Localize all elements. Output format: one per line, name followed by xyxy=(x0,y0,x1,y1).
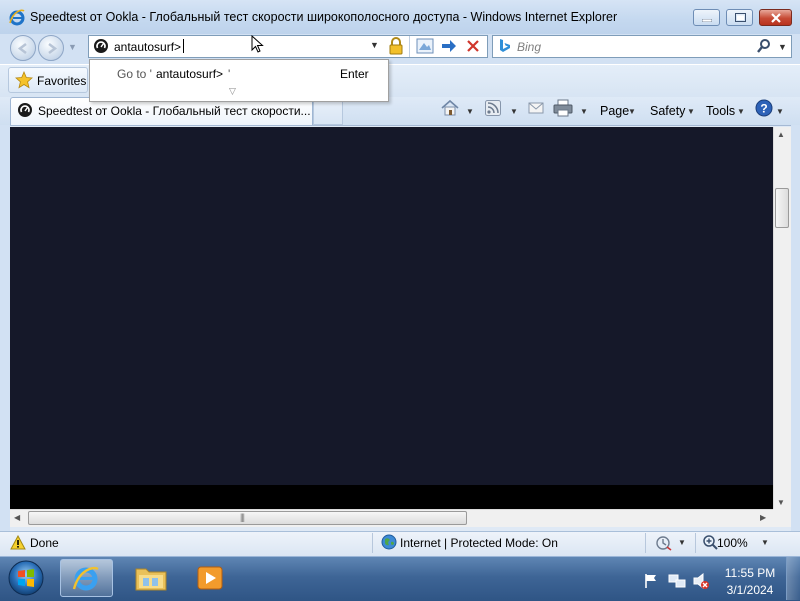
print-icon[interactable] xyxy=(553,99,573,117)
action-center-flag-icon[interactable] xyxy=(643,573,659,589)
lock-icon[interactable] xyxy=(388,37,404,55)
recent-pages-dropdown[interactable]: ▼ xyxy=(68,42,77,52)
status-text: Done xyxy=(30,536,59,550)
favorites-label: Favorites xyxy=(37,74,87,88)
feeds-icon[interactable] xyxy=(485,100,501,116)
site-favicon-icon xyxy=(18,103,32,117)
zoom-icon[interactable] xyxy=(702,534,718,550)
network-icon[interactable] xyxy=(668,573,686,589)
text-caret xyxy=(183,39,184,53)
maximize-button[interactable] xyxy=(726,9,753,26)
print-dropdown[interactable]: ▼ xyxy=(580,107,588,116)
scroll-grip-icon: ||| xyxy=(240,512,245,522)
separator xyxy=(409,36,410,57)
warning-icon xyxy=(10,535,26,550)
arrow-right-icon xyxy=(48,43,58,54)
svg-text:?: ? xyxy=(760,102,767,116)
zoom-dropdown[interactable]: ▼ xyxy=(761,538,769,547)
search-options-dropdown[interactable]: ▼ xyxy=(778,42,787,52)
autocomplete-goto-label[interactable]: Go to ' xyxy=(117,67,152,81)
autocomplete-enter-hint: Enter xyxy=(340,67,369,81)
popup-blocker-icon[interactable] xyxy=(655,535,673,551)
zoom-level[interactable]: 100% xyxy=(717,536,748,550)
separator xyxy=(645,533,646,553)
show-desktop-button[interactable] xyxy=(786,557,800,600)
page-content[interactable] xyxy=(10,127,773,485)
separator xyxy=(372,533,373,553)
media-player-icon[interactable] xyxy=(196,565,224,591)
compatibility-view-icon[interactable] xyxy=(416,38,434,54)
scroll-right-arrow[interactable]: ▶ xyxy=(760,513,766,522)
page-dropdown[interactable]: ▼ xyxy=(628,107,636,116)
address-dropdown[interactable]: ▼ xyxy=(370,40,379,50)
site-favicon-icon xyxy=(94,39,108,53)
go-arrow-icon[interactable] xyxy=(440,38,458,54)
popup-blocker-dropdown[interactable]: ▼ xyxy=(678,538,686,547)
bing-icon xyxy=(500,39,510,52)
separator xyxy=(695,533,696,553)
mouse-cursor-icon xyxy=(251,35,264,53)
clock-time[interactable]: 11:55 PM xyxy=(722,566,778,580)
vertical-scrollbar[interactable] xyxy=(773,127,791,509)
search-input[interactable]: Bing xyxy=(517,40,541,54)
horizontal-scroll-thumb[interactable] xyxy=(28,511,467,525)
vertical-scroll-thumb[interactable] xyxy=(775,188,789,228)
scroll-left-arrow[interactable]: ◀ xyxy=(14,513,20,522)
stop-icon[interactable] xyxy=(464,38,482,54)
minimize-button[interactable] xyxy=(693,9,720,26)
back-button[interactable] xyxy=(10,35,36,61)
maximize-icon xyxy=(735,13,746,22)
help-icon[interactable]: ? xyxy=(755,99,773,117)
safety-menu[interactable]: Safety xyxy=(650,104,685,118)
scrollbar-corner xyxy=(773,509,791,527)
mail-icon[interactable] xyxy=(528,101,544,115)
window-frame-right xyxy=(791,125,800,532)
star-icon xyxy=(15,71,33,89)
volume-muted-icon[interactable] xyxy=(692,572,710,590)
search-icon[interactable] xyxy=(756,38,772,54)
autocomplete-url[interactable]: antautosurf> xyxy=(156,67,223,81)
scroll-up-arrow[interactable]: ▲ xyxy=(777,130,785,139)
help-dropdown[interactable]: ▼ xyxy=(776,107,784,116)
internet-explorer-icon xyxy=(72,566,99,591)
home-icon[interactable] xyxy=(440,99,460,117)
globe-icon xyxy=(381,534,397,550)
tools-dropdown[interactable]: ▼ xyxy=(737,107,745,116)
feeds-dropdown[interactable]: ▼ xyxy=(510,107,518,116)
scroll-down-arrow[interactable]: ▼ xyxy=(777,498,785,507)
folder-icon[interactable] xyxy=(134,564,168,592)
tab-label: Speedtest от Ookla - Глобальный тест ско… xyxy=(38,104,311,118)
window-title: Speedtest от Ookla - Глобальный тест ско… xyxy=(30,10,618,24)
arrow-left-icon xyxy=(17,43,27,54)
close-icon xyxy=(771,13,781,23)
minimize-icon xyxy=(702,19,712,22)
safety-dropdown[interactable]: ▼ xyxy=(687,107,695,116)
tools-menu[interactable]: Tools xyxy=(706,104,735,118)
chevron-down-icon[interactable]: ▽ xyxy=(229,86,236,97)
address-input[interactable]: antautosurf> xyxy=(114,40,181,54)
autocomplete-quote: ' xyxy=(228,67,231,81)
start-button[interactable] xyxy=(4,558,48,598)
forward-button[interactable] xyxy=(38,35,64,61)
window-frame-left xyxy=(0,125,10,532)
home-dropdown[interactable]: ▼ xyxy=(466,107,474,116)
page-menu[interactable]: Page xyxy=(600,104,629,118)
security-zone-text[interactable]: Internet | Protected Mode: On xyxy=(400,536,558,550)
clock-date[interactable]: 3/1/2024 xyxy=(722,583,778,597)
close-button[interactable] xyxy=(759,9,792,26)
page-content-footer xyxy=(10,485,773,509)
internet-explorer-icon xyxy=(9,9,25,26)
